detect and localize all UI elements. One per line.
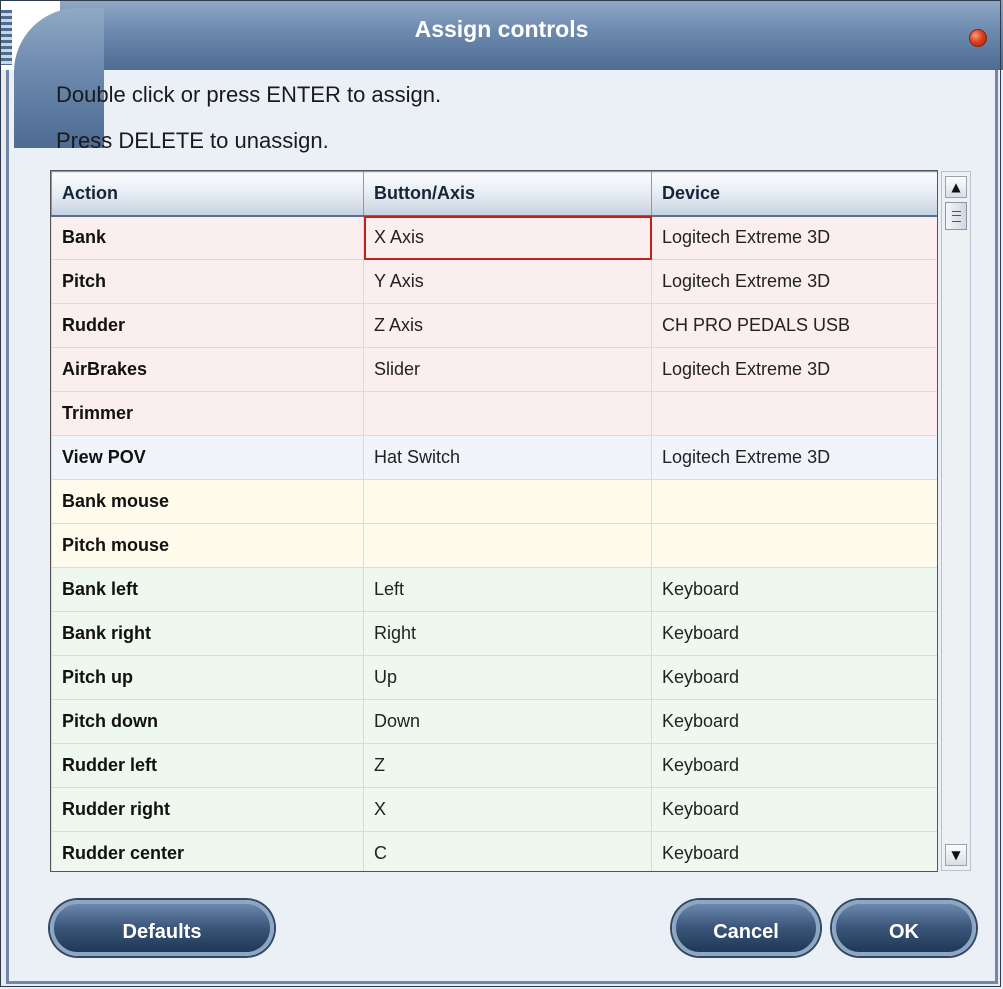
cell-button-axis[interactable]: Y Axis xyxy=(363,259,652,304)
table-row[interactable]: Bank mouse xyxy=(51,479,937,524)
cell-action[interactable]: Bank right xyxy=(51,611,364,656)
cell-action[interactable]: Rudder center xyxy=(51,831,364,871)
cell-device[interactable] xyxy=(651,391,937,436)
cell-device[interactable]: Logitech Extreme 3D xyxy=(651,215,937,260)
table-row[interactable]: Pitch down Down Keyboard xyxy=(51,699,937,744)
table-header-row: Action Button/Axis Device xyxy=(51,171,937,217)
cell-device[interactable] xyxy=(651,523,937,568)
table-row[interactable]: View POV Hat Switch Logitech Extreme 3D xyxy=(51,435,937,480)
cell-action[interactable]: Pitch down xyxy=(51,699,364,744)
cell-button-axis[interactable]: Left xyxy=(363,567,652,612)
column-header-action[interactable]: Action xyxy=(51,171,364,217)
table-row[interactable]: Rudder right X Keyboard xyxy=(51,787,937,832)
table-row[interactable]: Rudder Z Axis CH PRO PEDALS USB xyxy=(51,303,937,348)
title-bar[interactable]: Assign controls xyxy=(0,0,1003,148)
cell-device[interactable]: Keyboard xyxy=(651,567,937,612)
cell-button-axis[interactable] xyxy=(363,479,652,524)
cell-device[interactable]: Keyboard xyxy=(651,743,937,788)
cell-button-axis[interactable] xyxy=(363,391,652,436)
cell-device[interactable]: Keyboard xyxy=(651,611,937,656)
cell-action[interactable]: Rudder xyxy=(51,303,364,348)
scroll-up-arrow-icon[interactable]: ▲ xyxy=(945,176,967,198)
table-row[interactable]: Pitch mouse xyxy=(51,523,937,568)
cancel-button[interactable]: Cancel xyxy=(672,900,820,956)
table-row[interactable]: Trimmer xyxy=(51,391,937,436)
cell-button-axis[interactable]: Hat Switch xyxy=(363,435,652,480)
assign-controls-dialog: Assign controls Double click or press EN… xyxy=(0,0,1003,989)
controls-table: Action Button/Axis Device Bank X Axis Logi… xyxy=(50,170,938,872)
cell-action[interactable]: Bank left xyxy=(51,567,364,612)
table-row[interactable]: Rudder left Z Keyboard xyxy=(51,743,937,788)
column-header-button-axis[interactable]: Button/Axis xyxy=(363,171,652,217)
cell-button-axis[interactable]: Slider xyxy=(363,347,652,392)
table-row[interactable]: Bank left Left Keyboard xyxy=(51,567,937,612)
instruction-unassign: Press DELETE to unassign. xyxy=(56,128,329,153)
table-row[interactable]: Bank right Right Keyboard xyxy=(51,611,937,656)
cell-device[interactable]: Logitech Extreme 3D xyxy=(651,259,937,304)
cell-action[interactable]: Rudder right xyxy=(51,787,364,832)
cell-action[interactable]: Pitch mouse xyxy=(51,523,364,568)
cell-action[interactable]: Pitch up xyxy=(51,655,364,700)
cell-action[interactable]: Bank mouse xyxy=(51,479,364,524)
cell-device[interactable] xyxy=(651,479,937,524)
cell-device[interactable]: CH PRO PEDALS USB xyxy=(651,303,937,348)
cell-button-axis[interactable]: Up xyxy=(363,655,652,700)
instruction-assign: Double click or press ENTER to assign. xyxy=(56,82,442,107)
close-icon[interactable] xyxy=(969,29,987,47)
cell-action[interactable]: Bank xyxy=(51,215,364,260)
cell-device[interactable]: Keyboard xyxy=(651,699,937,744)
table-row[interactable]: Bank X Axis Logitech Extreme 3D xyxy=(51,215,937,260)
cell-button-axis[interactable] xyxy=(363,523,652,568)
cell-device[interactable]: Logitech Extreme 3D xyxy=(651,347,937,392)
cell-button-axis[interactable]: Z xyxy=(363,743,652,788)
cell-device[interactable]: Logitech Extreme 3D xyxy=(651,435,937,480)
cell-button-axis[interactable]: C xyxy=(363,831,652,871)
dialog-title: Assign controls xyxy=(414,16,589,42)
cell-device[interactable]: Keyboard xyxy=(651,655,937,700)
cell-device[interactable]: Keyboard xyxy=(651,831,937,871)
ok-button[interactable]: OK xyxy=(832,900,976,956)
table-row[interactable]: AirBrakes Slider Logitech Extreme 3D xyxy=(51,347,937,392)
table-row[interactable]: Pitch up Up Keyboard xyxy=(51,655,937,700)
cell-button-axis[interactable]: Z Axis xyxy=(363,303,652,348)
column-header-device[interactable]: Device xyxy=(651,171,937,217)
table-row[interactable]: Rudder center C Keyboard xyxy=(51,831,937,871)
scroll-down-arrow-icon[interactable]: ▼ xyxy=(945,844,967,866)
cell-button-axis[interactable]: Down xyxy=(363,699,652,744)
scroll-grip-icon[interactable] xyxy=(945,202,967,230)
cell-action[interactable]: Rudder left xyxy=(51,743,364,788)
cell-button-axis[interactable]: X Axis xyxy=(363,215,652,260)
cell-action[interactable]: View POV xyxy=(51,435,364,480)
defaults-button[interactable]: Defaults xyxy=(50,900,274,956)
vertical-scrollbar[interactable]: ▲ ▼ xyxy=(941,171,971,871)
cell-action[interactable]: Trimmer xyxy=(51,391,364,436)
cell-action[interactable]: AirBrakes xyxy=(51,347,364,392)
cell-button-axis[interactable]: X xyxy=(363,787,652,832)
table-row[interactable]: Pitch Y Axis Logitech Extreme 3D xyxy=(51,259,937,304)
cell-device[interactable]: Keyboard xyxy=(651,787,937,832)
cell-button-axis[interactable]: Right xyxy=(363,611,652,656)
table-body: Bank X Axis Logitech Extreme 3D Pitch Y Axis… xyxy=(51,215,937,871)
cell-action[interactable]: Pitch xyxy=(51,259,364,304)
